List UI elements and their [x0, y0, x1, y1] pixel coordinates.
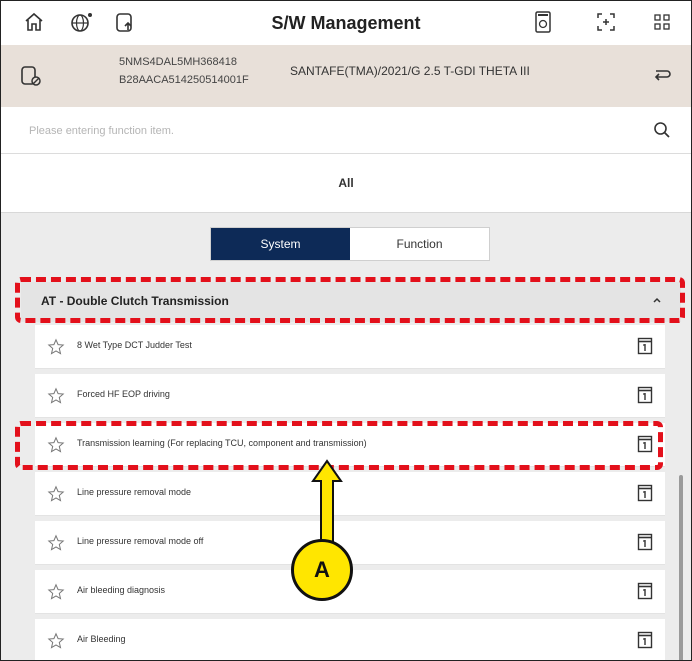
item-label: 8 Wet Type DCT Judder Test [77, 340, 192, 350]
grid-menu-icon[interactable] [647, 7, 677, 37]
app-window: S/W Management 5NMS4DAL5MH368418 B28AACA… [0, 0, 692, 661]
search-bar [1, 107, 691, 154]
return-icon[interactable] [651, 65, 673, 92]
screen-capture-icon[interactable] [591, 7, 621, 37]
star-icon[interactable] [47, 632, 65, 655]
item-label: Line pressure removal mode off [77, 536, 204, 546]
page-title: S/W Management [271, 12, 421, 33]
star-icon[interactable] [47, 338, 65, 361]
item-label: Line pressure removal mode [77, 487, 192, 497]
globe-settings-icon[interactable] [67, 7, 97, 37]
document-icon[interactable] [637, 533, 653, 556]
highlight-section-box [15, 277, 685, 323]
function-list: 8 Wet Type DCT Judder Test Forced HF EOP… [35, 325, 665, 660]
scrollbar[interactable] [679, 475, 683, 660]
document-icon[interactable] [637, 337, 653, 360]
item-label: Air bleeding diagnosis [77, 585, 166, 595]
arrow-up-icon [311, 459, 343, 544]
document-icon[interactable] [637, 386, 653, 409]
vin-number: 5NMS4DAL5MH368418 [119, 56, 238, 68]
vehicle-upload-icon[interactable] [111, 7, 141, 37]
list-item[interactable]: Forced HF EOP driving [35, 374, 665, 418]
calculator-icon[interactable] [528, 7, 558, 37]
document-icon[interactable] [637, 582, 653, 605]
search-icon[interactable] [653, 121, 671, 144]
home-icon[interactable] [19, 7, 49, 37]
category-tabs: All [1, 154, 691, 213]
document-icon[interactable] [637, 484, 653, 507]
ecu-code: B28AACA514250514001F [119, 74, 249, 86]
list-item[interactable]: Air Bleeding [35, 619, 665, 660]
function-toggle-button[interactable]: Function [350, 228, 489, 260]
list-item[interactable]: Line pressure removal mode [35, 472, 665, 516]
tab-all[interactable]: All [1, 154, 691, 212]
item-label: Air Bleeding [77, 634, 126, 644]
star-icon[interactable] [47, 387, 65, 410]
star-icon[interactable] [47, 534, 65, 557]
vin-block: 5NMS4DAL5MH368418 B28AACA514250514001F [119, 53, 249, 89]
vehicle-status-icon[interactable] [19, 64, 43, 93]
star-icon[interactable] [47, 583, 65, 606]
view-toggle: System Function [210, 227, 490, 261]
item-label: Forced HF EOP driving [77, 389, 170, 399]
vehicle-model: SANTAFE(TMA)/2021/G 2.5 T-GDI THETA III [290, 64, 530, 78]
app-header: S/W Management [1, 1, 691, 45]
system-toggle-button[interactable]: System [211, 228, 350, 260]
star-icon[interactable] [47, 485, 65, 508]
callout-a: A [291, 539, 353, 601]
vehicle-info-bar: 5NMS4DAL5MH368418 B28AACA514250514001F S… [1, 45, 691, 107]
list-item[interactable]: 8 Wet Type DCT Judder Test [35, 325, 665, 369]
document-icon[interactable] [637, 631, 653, 654]
search-input[interactable] [27, 119, 631, 143]
